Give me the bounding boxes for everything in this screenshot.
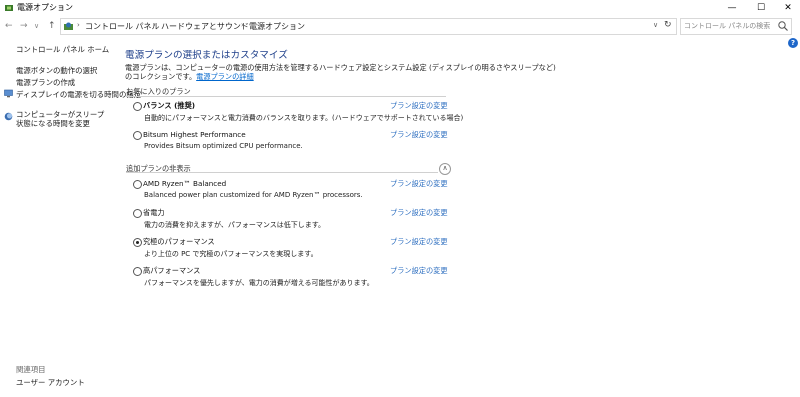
- plan-name: バランス (推奨): [143, 101, 196, 110]
- maximize-button[interactable]: ☐: [748, 0, 774, 17]
- refresh-icon[interactable]: ↻: [664, 20, 672, 30]
- divider: [126, 96, 446, 97]
- sleep-settings-icon: [4, 112, 13, 121]
- plan-name: 高パフォーマンス: [143, 266, 201, 275]
- help-icon[interactable]: ?: [788, 38, 798, 48]
- plan-name: 省電力: [143, 208, 165, 217]
- search-icon: [778, 21, 788, 31]
- search-box[interactable]: コントロール パネルの検索: [680, 18, 792, 35]
- plan-description: パフォーマンスを優先しますが、電力の消費が増える可能性があります。: [144, 279, 374, 287]
- minimize-button[interactable]: —: [719, 0, 745, 17]
- forward-button[interactable]: →: [20, 19, 28, 33]
- change-plan-settings-link[interactable]: プラン設定の変更: [390, 266, 448, 276]
- sidebar-item-display-off[interactable]: ディスプレイの電源を切る時間の指定: [16, 89, 141, 100]
- plan-name: Bitsum Highest Performance: [143, 130, 246, 139]
- description-text-2: のコレクションです。: [125, 72, 197, 81]
- search-placeholder: コントロール パネルの検索: [684, 22, 771, 30]
- plan-radio-ultimate-performance[interactable]: [133, 238, 142, 247]
- breadcrumb-hardware-sound[interactable]: ハードウェアとサウンド: [161, 21, 249, 32]
- sidebar-item-create-plan[interactable]: 電源プランの作成: [16, 77, 75, 88]
- sidebar-item-sleep-time[interactable]: コンピューターがスリープ状態になる時間を変更: [16, 110, 108, 128]
- plan-radio-power-saver[interactable]: [133, 209, 142, 218]
- plan-radio-balanced[interactable]: [133, 102, 142, 111]
- plan-description: 自動的にパフォーマンスと電力消費のバランスを取ります。(ハードウェアでサポートさ…: [144, 114, 464, 122]
- sidebar-control-panel-home[interactable]: コントロール パネル ホーム: [16, 44, 109, 55]
- up-button[interactable]: ↑: [48, 19, 56, 33]
- navigation-bar: ← → ∨ ↑ › コントロール パネル › ハードウェアとサウンド › 電源オ…: [0, 17, 800, 36]
- sidebar-related-user-accounts[interactable]: ユーザー アカウント: [16, 377, 85, 388]
- window-title: 電源オプション: [17, 3, 73, 12]
- recent-locations-dropdown[interactable]: ∨: [34, 19, 39, 33]
- page-title: 電源プランの選択またはカスタマイズ: [125, 50, 288, 61]
- plan-description: より上位の PC で究極のパフォーマンスを実現します。: [144, 250, 318, 258]
- page-description: 電源プランは、コンピューターの電源の使用方法を管理するハードウェア設定とシステム…: [125, 63, 556, 81]
- plan-description: Provides Bitsum optimized CPU performanc…: [144, 142, 303, 150]
- address-dropdown-icon[interactable]: ∨: [653, 21, 658, 29]
- breadcrumb-separator-icon: ›: [77, 21, 80, 29]
- display-settings-icon: [4, 89, 13, 98]
- breadcrumb-separator-icon: ›: [153, 21, 156, 29]
- change-plan-settings-link[interactable]: プラン設定の変更: [390, 101, 448, 111]
- plan-name: AMD Ryzen™ Balanced: [143, 179, 227, 188]
- related-heading: 関連項目: [16, 365, 46, 374]
- plan-radio-bitsum[interactable]: [133, 131, 142, 140]
- plan-radio-high-performance[interactable]: [133, 267, 142, 276]
- breadcrumb-control-panel[interactable]: コントロール パネル: [85, 21, 160, 32]
- address-bar[interactable]: › コントロール パネル › ハードウェアとサウンド › 電源オプション ∨ ↻: [60, 18, 677, 35]
- change-plan-settings-link[interactable]: プラン設定の変更: [390, 179, 448, 189]
- change-plan-settings-link[interactable]: プラン設定の変更: [390, 237, 448, 247]
- back-button[interactable]: ←: [5, 19, 13, 33]
- plan-radio-amd-ryzen[interactable]: [133, 180, 142, 189]
- change-plan-settings-link[interactable]: プラン設定の変更: [390, 208, 448, 218]
- power-plan-details-link[interactable]: 電源プランの詳細: [196, 72, 254, 81]
- description-text: 電源プランは、コンピューターの電源の使用方法を管理するハードウェア設定とシステム…: [125, 63, 556, 72]
- close-button[interactable]: ✕: [775, 0, 800, 17]
- collapse-chevron-icon[interactable]: ∧: [439, 163, 451, 175]
- control-panel-icon: [64, 22, 73, 30]
- change-plan-settings-link[interactable]: プラン設定の変更: [390, 130, 448, 140]
- plan-name: 究極のパフォーマンス: [143, 237, 215, 246]
- power-options-icon: [5, 5, 13, 11]
- plan-description: 電力の消費を抑えますが、パフォーマンスは低下します。: [144, 221, 326, 229]
- sidebar-item-power-button[interactable]: 電源ボタンの動作の選択: [16, 65, 97, 76]
- divider: [126, 172, 438, 173]
- title-bar: 電源オプション — ☐ ✕: [0, 0, 800, 17]
- breadcrumb-separator-icon: ›: [241, 21, 244, 29]
- plan-description: Balanced power plan customized for AMD R…: [144, 191, 363, 199]
- breadcrumb-power-options[interactable]: 電源オプション: [249, 21, 305, 32]
